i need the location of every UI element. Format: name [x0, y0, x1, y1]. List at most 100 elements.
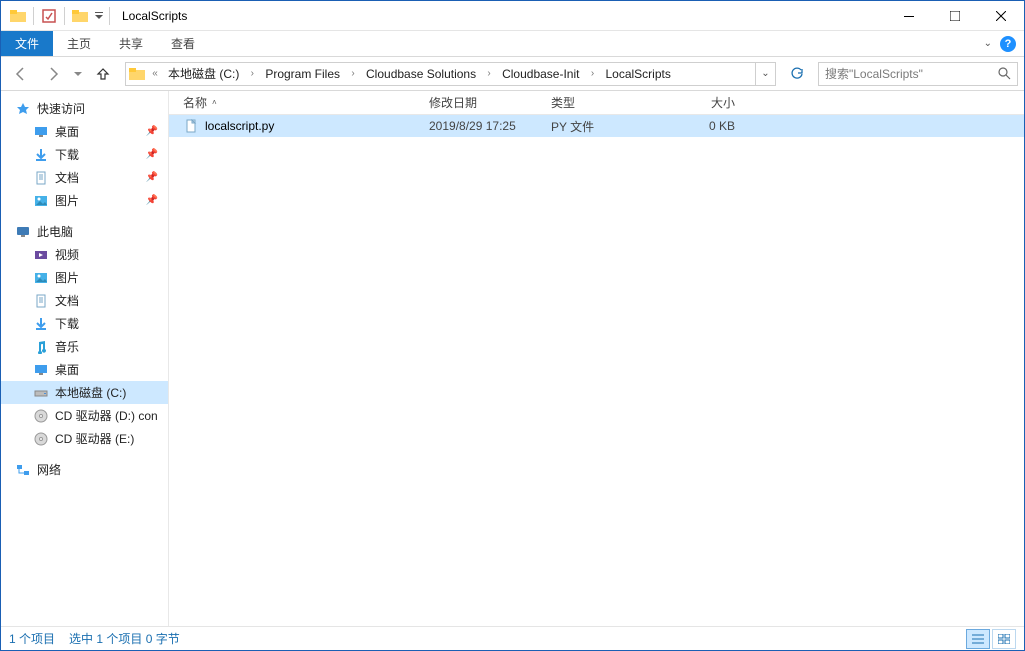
sidebar-item[interactable]: 本地磁盘 (C:) [1, 381, 168, 404]
sidebar-item[interactable]: 音乐 [1, 335, 168, 358]
minimize-button[interactable] [886, 1, 932, 31]
title-bar: LocalScripts [1, 1, 1024, 31]
column-size[interactable]: 大小 [673, 94, 745, 111]
sidebar-item[interactable]: 文档 [1, 289, 168, 312]
sidebar-item-label: CD 驱动器 (D:) con [55, 407, 158, 424]
refresh-button[interactable] [784, 62, 810, 86]
video-icon [33, 247, 49, 263]
document-icon [33, 293, 49, 309]
sidebar-item-label: 图片 [55, 269, 79, 286]
disc-icon [33, 408, 49, 424]
address-dropdown-icon[interactable]: ⌄ [755, 63, 775, 85]
status-item-count: 1 个项目 [9, 630, 55, 647]
sidebar-label: 此电脑 [37, 223, 73, 240]
tab-file[interactable]: 文件 [1, 31, 53, 56]
column-type[interactable]: 类型 [551, 94, 673, 111]
chevron-right-icon[interactable]: « [148, 68, 162, 79]
pin-icon: 📌 [146, 172, 158, 183]
view-details-button[interactable] [966, 629, 990, 649]
file-list[interactable]: localscript.py2019/8/29 17:25PY 文件0 KB [169, 115, 1024, 626]
address-bar[interactable]: « 本地磁盘 (C:) › Program Files › Cloudbase … [125, 62, 776, 86]
sidebar-item-label: 文档 [55, 292, 79, 309]
breadcrumb-item[interactable]: Cloudbase-Init [496, 63, 585, 85]
pictures-icon [33, 270, 49, 286]
ribbon-expand-icon[interactable]: ⌄ [984, 38, 992, 49]
navigation-pane[interactable]: 快速访问 桌面📌下载📌文档📌图片📌 此电脑 视频图片文档下载音乐桌面本地磁盘 (… [1, 91, 169, 626]
folder-icon [126, 63, 148, 85]
column-date[interactable]: 修改日期 [429, 94, 551, 111]
file-icon [183, 118, 199, 134]
music-icon [33, 339, 49, 355]
view-large-button[interactable] [992, 629, 1016, 649]
maximize-button[interactable] [932, 1, 978, 31]
sidebar-item[interactable]: CD 驱动器 (D:) con [1, 404, 168, 427]
sidebar-item[interactable]: CD 驱动器 (E:) [1, 427, 168, 450]
search-input[interactable] [825, 67, 998, 81]
column-name[interactable]: 名称˄ [183, 94, 429, 111]
file-row[interactable]: localscript.py2019/8/29 17:25PY 文件0 KB [169, 115, 1024, 137]
sidebar-item[interactable]: 下载📌 [1, 143, 168, 166]
drive-icon [33, 385, 49, 401]
chevron-right-icon[interactable]: › [585, 68, 599, 79]
sidebar-item-label: 桌面 [55, 123, 79, 140]
column-headers: 名称˄ 修改日期 类型 大小 [169, 91, 1024, 115]
sidebar-this-pc[interactable]: 此电脑 [1, 220, 168, 243]
sidebar-label: 网络 [37, 461, 61, 478]
recent-dropdown-icon[interactable] [71, 61, 85, 87]
file-date: 2019/8/29 17:25 [429, 119, 551, 133]
folder-qat-icon[interactable] [69, 5, 91, 27]
download-icon [33, 316, 49, 332]
search-box[interactable] [818, 62, 1018, 86]
breadcrumb-item[interactable]: LocalScripts [599, 63, 676, 85]
sidebar-item[interactable]: 文档 📌 [1, 166, 168, 189]
file-list-pane: 名称˄ 修改日期 类型 大小 localscript.py2019/8/29 1… [169, 91, 1024, 626]
window-title: LocalScripts [122, 9, 187, 23]
tab-view[interactable]: 查看 [157, 31, 209, 56]
monitor-icon [15, 224, 31, 240]
chevron-right-icon[interactable]: › [346, 68, 360, 79]
close-button[interactable] [978, 1, 1024, 31]
separator [64, 7, 65, 25]
star-icon [15, 101, 31, 117]
sidebar-item[interactable]: 视频 [1, 243, 168, 266]
sidebar-item-label: 视频 [55, 246, 79, 263]
sidebar-label: 快速访问 [37, 100, 85, 117]
sidebar-item[interactable]: 桌面 [1, 358, 168, 381]
file-type: PY 文件 [551, 118, 673, 135]
tab-share[interactable]: 共享 [105, 31, 157, 56]
disc-icon [33, 431, 49, 447]
pin-icon: 📌 [146, 149, 158, 160]
qat-dropdown-icon[interactable] [93, 5, 105, 27]
separator [109, 7, 110, 25]
chevron-right-icon[interactable]: › [245, 68, 259, 79]
navigation-bar: « 本地磁盘 (C:) › Program Files › Cloudbase … [1, 57, 1024, 91]
sidebar-quick-access[interactable]: 快速访问 [1, 97, 168, 120]
search-icon[interactable] [998, 67, 1011, 80]
sidebar-network[interactable]: 网络 [1, 458, 168, 481]
desktop-icon [33, 124, 49, 140]
tab-home[interactable]: 主页 [53, 31, 105, 56]
breadcrumb-item[interactable]: Program Files [259, 63, 346, 85]
sidebar-item-label: CD 驱动器 (E:) [55, 430, 134, 447]
properties-icon[interactable] [38, 5, 60, 27]
document-icon [33, 170, 49, 186]
sidebar-item[interactable]: 图片📌 [1, 189, 168, 212]
help-icon[interactable]: ? [1000, 36, 1016, 52]
sidebar-item-label: 文档 [55, 169, 79, 186]
breadcrumb-item[interactable]: Cloudbase Solutions [360, 63, 482, 85]
file-size: 0 KB [673, 119, 745, 133]
sidebar-item[interactable]: 下载 [1, 312, 168, 335]
sidebar-item-label: 图片 [55, 192, 79, 209]
up-button[interactable] [89, 61, 117, 87]
chevron-right-icon[interactable]: › [482, 68, 496, 79]
folder-app-icon [7, 5, 29, 27]
sidebar-item-label: 音乐 [55, 338, 79, 355]
sidebar-item[interactable]: 图片 [1, 266, 168, 289]
pin-icon: 📌 [146, 126, 158, 137]
sidebar-item[interactable]: 桌面 📌 [1, 120, 168, 143]
back-button[interactable] [7, 61, 35, 87]
desktop-icon [33, 362, 49, 378]
network-icon [15, 462, 31, 478]
breadcrumb-item[interactable]: 本地磁盘 (C:) [162, 63, 245, 85]
forward-button[interactable] [39, 61, 67, 87]
